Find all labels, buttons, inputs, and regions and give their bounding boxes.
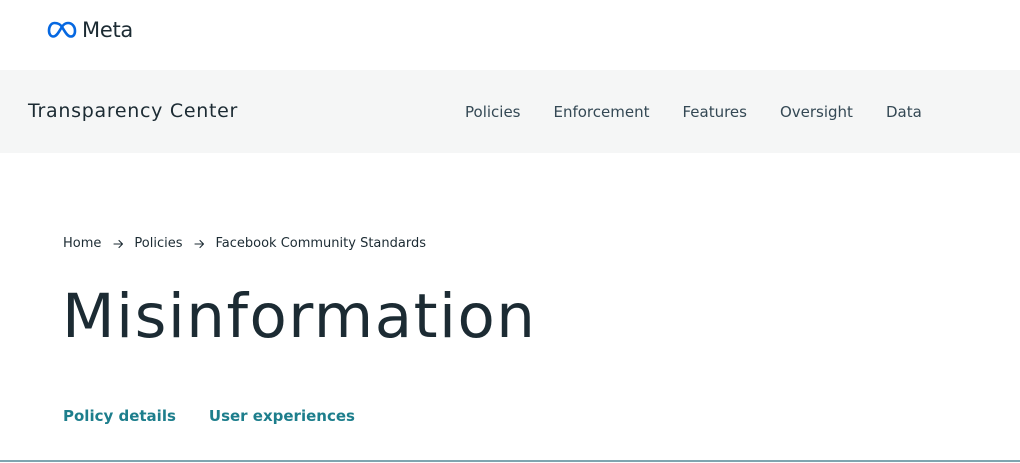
meta-infinity-icon xyxy=(47,21,77,38)
page-title: Misinformation xyxy=(62,281,537,352)
breadcrumb-home[interactable]: Home xyxy=(63,236,101,251)
arrow-right-icon xyxy=(194,239,205,249)
top-navigation: Transparency Center Policies Enforcement… xyxy=(0,70,1020,153)
sub-tabs: Policy details User experiences xyxy=(63,407,355,425)
site-title-link[interactable]: Transparency Center xyxy=(28,100,238,122)
nav-link-data[interactable]: Data xyxy=(886,103,922,121)
tab-user-experiences[interactable]: User experiences xyxy=(209,407,355,425)
brand-bar: Meta xyxy=(0,0,1020,70)
nav-link-policies[interactable]: Policies xyxy=(465,103,520,121)
nav-link-enforcement[interactable]: Enforcement xyxy=(553,103,649,121)
breadcrumb: Home Policies Facebook Community Standar… xyxy=(63,236,426,251)
breadcrumb-facebook-community-standards[interactable]: Facebook Community Standards xyxy=(215,236,426,251)
bottom-divider xyxy=(0,460,1020,462)
nav-link-features[interactable]: Features xyxy=(682,103,747,121)
breadcrumb-policies[interactable]: Policies xyxy=(134,236,182,251)
tab-policy-details[interactable]: Policy details xyxy=(63,407,176,425)
meta-logo-link[interactable]: Meta xyxy=(47,16,133,44)
nav-link-oversight[interactable]: Oversight xyxy=(780,103,853,121)
page: Meta Transparency Center Policies Enforc… xyxy=(0,0,1020,463)
nav-links: Policies Enforcement Features Oversight … xyxy=(465,103,922,121)
arrow-right-icon xyxy=(113,239,124,249)
brand-name: Meta xyxy=(82,18,133,42)
